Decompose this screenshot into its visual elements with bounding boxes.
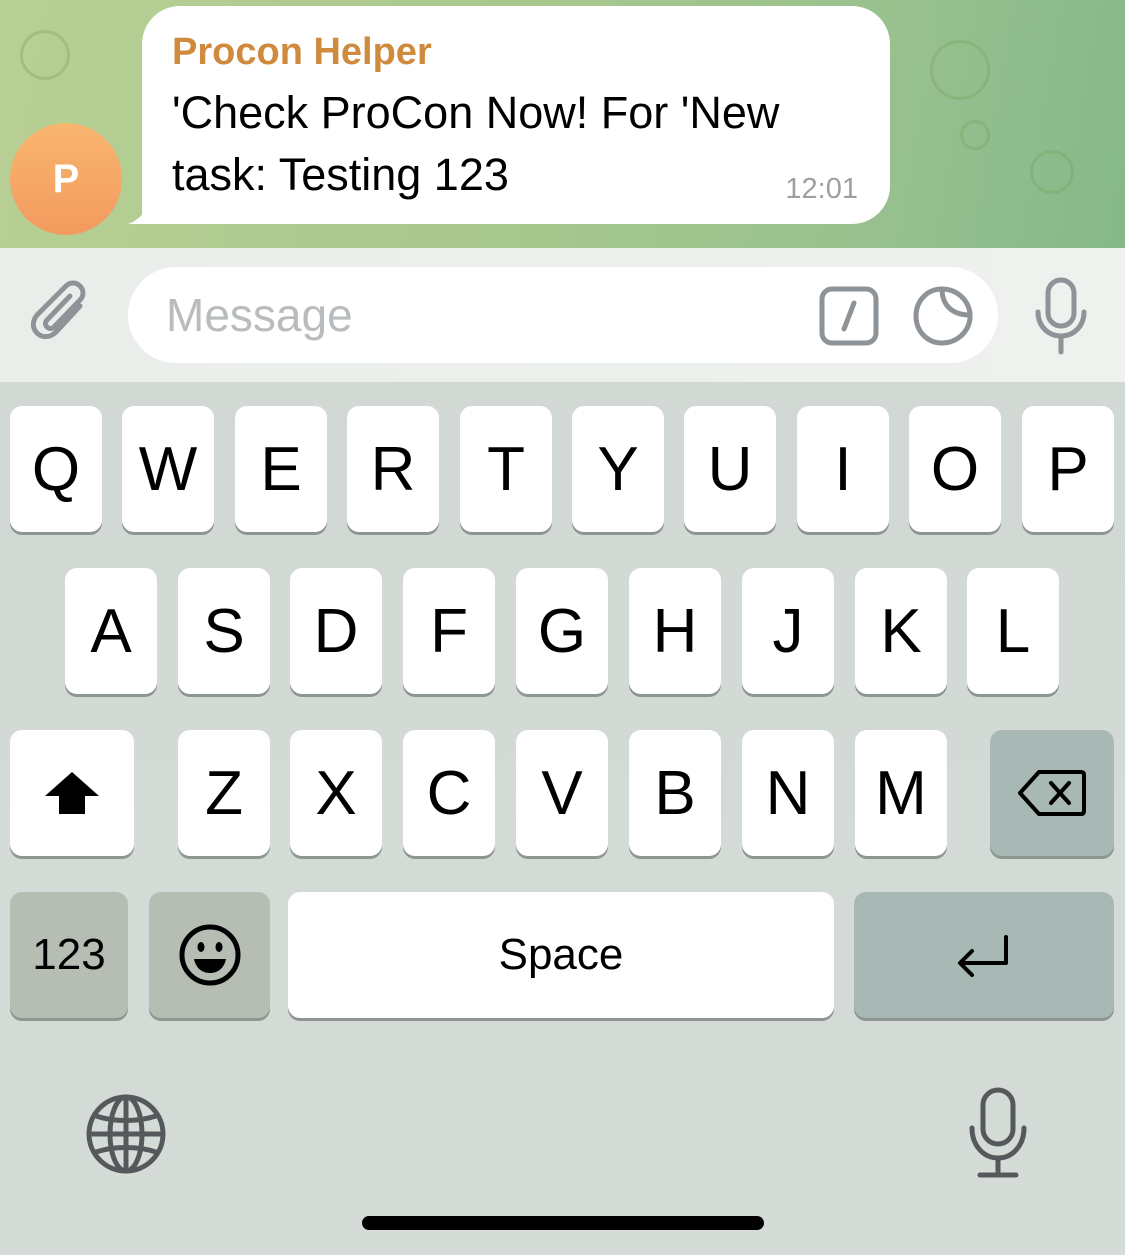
sender-avatar[interactable]: P (10, 123, 122, 235)
avatar-initial: P (52, 156, 80, 201)
key-r[interactable]: R (347, 406, 439, 532)
key-a[interactable]: A (65, 568, 157, 694)
emoji-icon (179, 924, 240, 986)
backspace-key[interactable] (990, 730, 1114, 856)
message-input[interactable] (166, 287, 786, 343)
message-field (128, 267, 998, 363)
chat-history: P Procon Helper 'Check ProCon Now! For '… (0, 0, 1125, 248)
paperclip-icon (30, 280, 86, 340)
key-u[interactable]: U (684, 406, 776, 532)
key-j[interactable]: J (742, 568, 834, 694)
key-q[interactable]: Q (10, 406, 102, 532)
backspace-icon (1018, 770, 1086, 816)
key-y[interactable]: Y (572, 406, 664, 532)
shift-key[interactable] (10, 730, 134, 856)
key-b[interactable]: B (629, 730, 721, 856)
key-x[interactable]: X (290, 730, 382, 856)
key-p[interactable]: P (1022, 406, 1114, 532)
key-v[interactable]: V (516, 730, 608, 856)
key-z[interactable]: Z (178, 730, 270, 856)
key-d[interactable]: D (290, 568, 382, 694)
key-s[interactable]: S (178, 568, 270, 694)
sticker-button[interactable] (912, 285, 974, 347)
globe-button[interactable] (84, 1092, 168, 1176)
wallpaper-doodle (20, 30, 70, 80)
return-key[interactable] (854, 892, 1114, 1018)
message-text: 'Check ProCon Now! For 'New task: Testin… (172, 87, 780, 200)
key-i[interactable]: I (797, 406, 889, 532)
wallpaper-doodle (930, 40, 990, 100)
microphone-icon (1035, 277, 1087, 355)
space-key[interactable]: Space (288, 892, 834, 1018)
message-bubble[interactable]: Procon Helper 'Check ProCon Now! For 'Ne… (142, 6, 890, 224)
message-sender[interactable]: Procon Helper (172, 30, 860, 74)
globe-icon (86, 1094, 166, 1174)
bot-commands-button[interactable] (818, 285, 880, 347)
key-o[interactable]: O (909, 406, 1001, 532)
slash-command-icon (819, 286, 879, 346)
keyboard: Q W E R T Y U I O P A S D F G H J K L Z … (0, 382, 1125, 1255)
shift-icon (45, 772, 99, 814)
key-m[interactable]: M (855, 730, 947, 856)
key-f[interactable]: F (403, 568, 495, 694)
sticker-icon (913, 286, 973, 346)
home-indicator[interactable] (362, 1216, 764, 1230)
return-icon (958, 935, 1008, 977)
key-e[interactable]: E (235, 406, 327, 532)
numbers-key[interactable]: 123 (10, 892, 128, 1018)
attach-button[interactable] (28, 276, 100, 354)
dictation-button[interactable] (966, 1086, 1030, 1182)
wallpaper-doodle (1030, 150, 1074, 194)
key-k[interactable]: K (855, 568, 947, 694)
message-time: 12:01 (785, 173, 858, 205)
key-h[interactable]: H (629, 568, 721, 694)
key-w[interactable]: W (122, 406, 214, 532)
key-c[interactable]: C (403, 730, 495, 856)
wallpaper-doodle (960, 120, 990, 150)
key-t[interactable]: T (460, 406, 552, 532)
key-g[interactable]: G (516, 568, 608, 694)
emoji-key[interactable] (149, 892, 270, 1018)
key-l[interactable]: L (967, 568, 1059, 694)
dictation-mic-icon (969, 1087, 1027, 1178)
voice-message-button[interactable] (1030, 276, 1092, 356)
message-composer (0, 248, 1125, 382)
key-n[interactable]: N (742, 730, 834, 856)
